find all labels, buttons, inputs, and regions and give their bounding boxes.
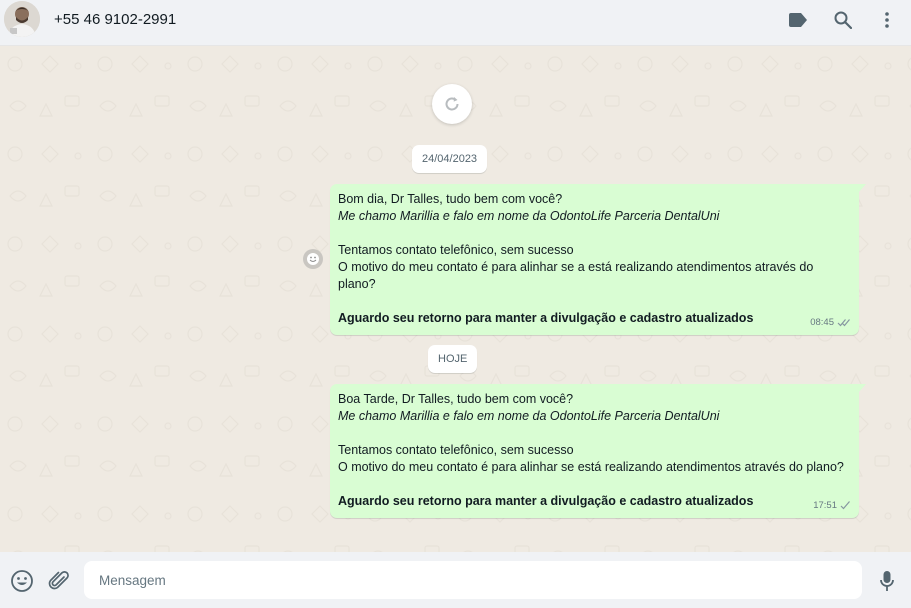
message-line: Aguardo seu retorno para manter a divulg… bbox=[338, 311, 754, 325]
message-line: Bom dia, Dr Talles, tudo bem com você? bbox=[338, 192, 563, 206]
message-input[interactable] bbox=[84, 561, 862, 599]
smiley-icon bbox=[307, 253, 319, 265]
react-emoji-button[interactable] bbox=[303, 249, 323, 269]
mic-icon[interactable] bbox=[874, 568, 900, 594]
chat-header: +55 46 9102-2991 bbox=[0, 0, 911, 46]
double-check-icon bbox=[837, 319, 850, 327]
message-time: 17:51 bbox=[813, 500, 837, 511]
emoji-icon[interactable] bbox=[9, 568, 35, 594]
message-line: Me chamo Marillia e falo em nome da Odon… bbox=[338, 409, 720, 423]
bubble-tail bbox=[858, 384, 866, 393]
compose-bar bbox=[0, 552, 911, 608]
message-line: Tentamos contato telefônico, sem sucesso bbox=[338, 443, 574, 457]
label-icon[interactable] bbox=[786, 8, 810, 32]
message-line: O motivo do meu contato é para alinhar s… bbox=[338, 260, 814, 291]
search-icon[interactable] bbox=[831, 8, 855, 32]
message-line: O motivo do meu contato é para alinhar s… bbox=[338, 460, 844, 474]
single-check-icon bbox=[840, 501, 850, 510]
message-meta: 17:51 bbox=[813, 497, 851, 514]
load-older-button[interactable] bbox=[432, 84, 472, 124]
chat-area[interactable]: 24/04/2023 Bom dia, Dr Talles, tudo bem … bbox=[0, 46, 911, 552]
message-line: Boa Tarde, Dr Talles, tudo bem com você? bbox=[338, 392, 574, 406]
bubble-tail bbox=[858, 184, 866, 193]
refresh-icon bbox=[445, 97, 459, 111]
message-bubble[interactable]: Boa Tarde, Dr Talles, tudo bem com você?… bbox=[330, 384, 866, 518]
attach-icon[interactable] bbox=[46, 568, 72, 594]
date-separator: 24/04/2023 bbox=[412, 145, 488, 173]
message-bubble[interactable]: Bom dia, Dr Talles, tudo bem com você? M… bbox=[330, 184, 866, 335]
message-meta: 08:45 bbox=[810, 314, 851, 331]
message-time: 08:45 bbox=[810, 317, 834, 328]
contact-avatar[interactable] bbox=[4, 1, 40, 37]
date-separator: HOJE bbox=[428, 345, 478, 373]
message-line: Aguardo seu retorno para manter a divulg… bbox=[338, 494, 754, 508]
message-line: Tentamos contato telefônico, sem sucesso bbox=[338, 243, 574, 257]
contact-name[interactable]: +55 46 9102-2991 bbox=[54, 11, 176, 28]
menu-icon[interactable] bbox=[875, 8, 899, 32]
message-line: Me chamo Marillia e falo em nome da Odon… bbox=[338, 209, 720, 223]
